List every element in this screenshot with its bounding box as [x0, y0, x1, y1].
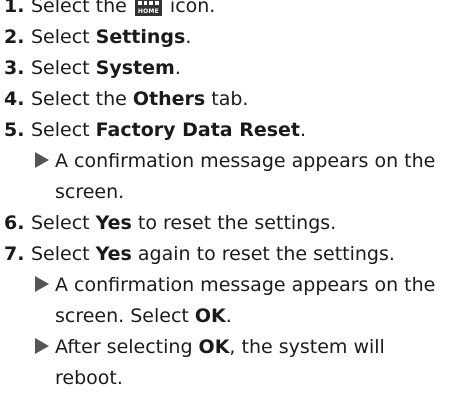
step-7-result-1: A confirmation message appears on the: [0, 270, 473, 301]
step-text: .: [300, 119, 307, 141]
step-text: icon.: [163, 0, 216, 17]
step-keyword: Factory Data Reset: [95, 119, 301, 141]
step-text: Select: [31, 57, 96, 79]
step-text: again to reset the settings.: [131, 243, 395, 265]
result-text: screen. Select: [55, 305, 195, 327]
step-number: 7.: [4, 243, 25, 265]
step-keyword: Yes: [95, 212, 132, 234]
step-text: Select: [31, 212, 96, 234]
step-text: Select the: [31, 0, 133, 17]
result-text: reboot.: [55, 367, 123, 389]
result-text: A confirmation message appears on the: [55, 150, 436, 172]
step-7-result-2: After selecting OK, the system will: [0, 332, 473, 363]
home-icon-label: HOME: [137, 8, 159, 15]
step-number: 5.: [4, 119, 25, 141]
step-7: 7. Select Yes again to reset the settings…: [0, 239, 473, 270]
step-text: Select: [31, 26, 96, 48]
step-4: 4. Select the Others tab.: [0, 84, 473, 115]
step-5: 5. Select Factory Data Reset.: [0, 115, 473, 146]
result-arrow-icon: [35, 338, 49, 354]
step-text: .: [174, 57, 181, 79]
step-7-result-1-cont: screen. Select OK.: [0, 301, 473, 332]
step-3: 3. Select System.: [0, 53, 473, 84]
step-6: 6. Select Yes to reset the settings.: [0, 208, 473, 239]
step-number: 6.: [4, 212, 25, 234]
step-number: 4.: [4, 88, 25, 110]
step-keyword: Settings: [95, 26, 186, 48]
result-text: After selecting: [55, 336, 199, 358]
step-text: Select: [31, 243, 96, 265]
result-keyword: OK: [198, 336, 230, 358]
result-text: , the system will: [229, 336, 385, 358]
step-text: to reset the settings.: [131, 212, 337, 234]
step-5-result-cont: screen.: [0, 177, 473, 208]
step-5-result: A confirmation message appears on the: [0, 146, 473, 177]
step-keyword: Yes: [95, 243, 132, 265]
step-keyword: System: [95, 57, 175, 79]
instruction-list: 1. Select the HOME icon. 2. Select Setting…: [0, 0, 473, 394]
result-arrow-icon: [35, 276, 49, 292]
step-text: .: [185, 26, 192, 48]
result-text: A confirmation message appears on the: [55, 274, 436, 296]
step-text: Select the: [31, 88, 133, 110]
step-keyword: Others: [132, 88, 206, 110]
step-number: 1.: [4, 0, 25, 17]
step-2: 2. Select Settings.: [0, 22, 473, 53]
result-text: .: [225, 305, 232, 327]
step-number: 2.: [4, 26, 25, 48]
home-icon: HOME: [134, 0, 162, 16]
result-keyword: OK: [194, 305, 226, 327]
step-number: 3.: [4, 57, 25, 79]
step-text: Select: [31, 119, 96, 141]
result-arrow-icon: [35, 152, 49, 168]
step-7-result-2-cont: reboot.: [0, 363, 473, 394]
step-text: tab.: [205, 88, 249, 110]
step-1: 1. Select the HOME icon.: [0, 0, 473, 22]
result-text: screen.: [55, 181, 125, 203]
